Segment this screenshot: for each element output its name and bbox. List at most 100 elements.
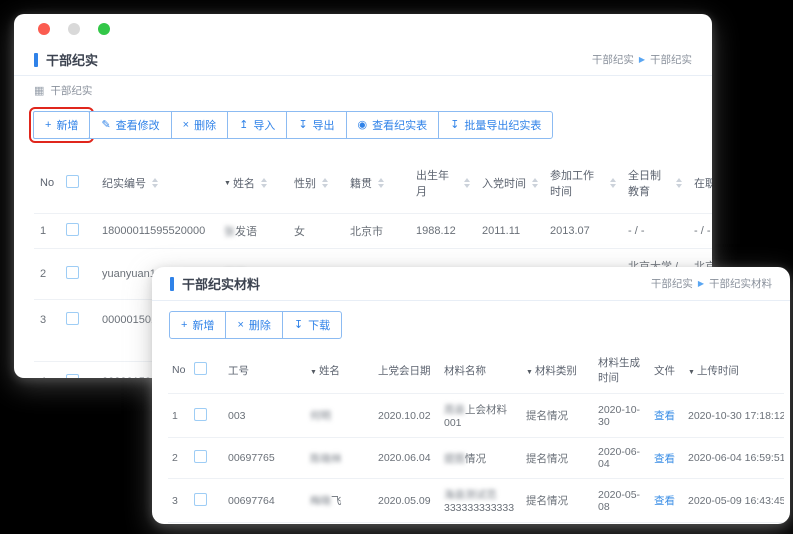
redacted-text: 提图 xyxy=(444,453,465,465)
sort-icon[interactable] xyxy=(610,178,616,188)
download-icon: ↧ xyxy=(294,320,303,331)
front-toolbar: + 新增 × 删除 ↧ 下载 xyxy=(152,301,790,345)
materials-table: No 工号 ▼姓名 上党会日期 材料名称 ▼材料类别 材料生成时间 文件 ▼上传… xyxy=(168,347,784,524)
row-checkbox[interactable] xyxy=(66,312,79,325)
filter-icon[interactable]: ▼ xyxy=(688,369,695,376)
sort-icon[interactable] xyxy=(261,178,267,188)
col-work-date[interactable]: 参加工作时间 xyxy=(544,153,622,214)
filter-icon[interactable]: ▼ xyxy=(526,369,533,376)
col-onjob-edu: 在职教育 xyxy=(688,153,712,214)
col-job-id: 工号 xyxy=(224,347,306,394)
table-row: 2 00697765 陈晓林 2020.06.04 提图情况 提名情况 2020… xyxy=(168,438,784,479)
filter-icon[interactable]: ▼ xyxy=(310,369,317,376)
view-edit-button[interactable]: ✎ 查看修改 xyxy=(89,111,171,139)
redacted-text: 海县测试范 xyxy=(444,489,497,501)
table-row: 1 18000011595520000 张发语 女 北京市 1988.12 20… xyxy=(34,214,712,249)
page-header: 干部纪实 干部纪实 ▶ 干部纪实 xyxy=(14,44,712,76)
redacted-name: 张 xyxy=(224,226,235,238)
redacted-name: 梅晓 xyxy=(310,495,331,507)
col-no: No xyxy=(34,153,60,214)
sort-icon[interactable] xyxy=(532,178,538,188)
breadcrumb: 干部纪实 ▶ 干部纪实材料 xyxy=(651,276,772,291)
row-checkbox[interactable] xyxy=(66,223,79,236)
batch-export-button[interactable]: ↧ 批量导出纪实表 xyxy=(438,111,553,139)
plus-icon: + xyxy=(181,320,187,331)
table-header-row: No 工号 ▼姓名 上党会日期 材料名称 ▼材料类别 材料生成时间 文件 ▼上传… xyxy=(168,347,784,394)
table-grid-icon: ▦ xyxy=(34,84,44,97)
page-title-text: 干部纪实 xyxy=(46,50,98,69)
title-accent-bar xyxy=(170,277,174,291)
add-button[interactable]: + 新增 xyxy=(169,311,226,339)
table-header-row: No 纪实编号 ▼姓名 性别 籍贯 出生年月 入党时间 参加工作时间 全日制教育… xyxy=(34,153,712,214)
table-row: 3 00697764 梅晓飞 2020.05.09 海县测试范333333333… xyxy=(168,479,784,523)
title-accent-bar xyxy=(34,53,38,67)
breadcrumb-item[interactable]: 干部纪实 xyxy=(592,52,634,67)
view-file-link[interactable]: 查看 xyxy=(654,495,675,507)
delete-button[interactable]: × 删除 xyxy=(171,111,228,139)
breadcrumb: 干部纪实 ▶ 干部纪实 xyxy=(592,52,692,67)
breadcrumb-arrow-icon: ▶ xyxy=(698,279,704,288)
col-upload-time[interactable]: ▼上传时间 xyxy=(684,347,784,394)
row-checkbox[interactable] xyxy=(66,266,79,279)
row-checkbox[interactable] xyxy=(194,450,207,463)
close-icon: × xyxy=(183,120,189,131)
eye-icon: ◉ xyxy=(358,120,368,131)
sort-icon[interactable] xyxy=(322,178,328,188)
breadcrumb-arrow-icon: ▶ xyxy=(639,55,645,64)
download-icon: ↧ xyxy=(450,120,459,131)
sort-icon[interactable] xyxy=(464,178,470,188)
col-material-name: 材料名称 xyxy=(440,347,522,394)
select-all-checkbox[interactable] xyxy=(66,175,79,188)
plus-icon: + xyxy=(45,120,51,131)
panel-header-label: 干部纪实 xyxy=(50,83,92,98)
page-header: 干部纪实材料 干部纪实 ▶ 干部纪实材料 xyxy=(152,267,790,301)
row-checkbox[interactable] xyxy=(66,374,79,378)
col-gender[interactable]: 性别 xyxy=(288,153,344,214)
sort-icon[interactable] xyxy=(152,178,158,188)
download-icon: ↧ xyxy=(298,120,307,131)
col-origin[interactable]: 籍贯 xyxy=(344,153,410,214)
select-all-checkbox[interactable] xyxy=(194,362,207,375)
col-no: No xyxy=(168,347,190,394)
minimize-window-dot[interactable] xyxy=(68,23,80,35)
page-title-text: 干部纪实材料 xyxy=(182,274,260,293)
download-button[interactable]: ↧ 下载 xyxy=(282,311,342,339)
row-checkbox[interactable] xyxy=(194,408,207,421)
page-title: 干部纪实材料 xyxy=(170,274,260,293)
col-party-date[interactable]: 入党时间 xyxy=(476,153,544,214)
filter-icon[interactable]: ▼ xyxy=(224,180,231,187)
back-toolbar: + 新增 ✎ 查看修改 × 删除 ↥ 导入 ↧ 导出 ◉ 查看纪实表 ↧ 批量导… xyxy=(14,103,712,145)
row-checkbox[interactable] xyxy=(194,493,207,506)
table-row: 4 00697764 温晓飞 2020.03.03 海角测试 民主推荐情况 20… xyxy=(168,523,784,525)
import-button[interactable]: ↥ 导入 xyxy=(227,111,287,139)
view-record-sheet-button[interactable]: ◉ 查看纪实表 xyxy=(346,111,440,139)
upload-icon: ↥ xyxy=(239,120,248,131)
close-window-dot[interactable] xyxy=(38,23,50,35)
col-material-type[interactable]: ▼材料类别 xyxy=(522,347,594,394)
page-title: 干部纪实 xyxy=(34,50,98,69)
delete-button[interactable]: × 删除 xyxy=(225,311,282,339)
view-file-link[interactable]: 查看 xyxy=(654,410,675,422)
window-cadre-materials: 干部纪实材料 干部纪实 ▶ 干部纪实材料 + 新增 × 删除 ↧ 下载 xyxy=(152,267,790,524)
col-file: 文件 xyxy=(650,347,684,394)
maximize-window-dot[interactable] xyxy=(98,23,110,35)
edit-icon: ✎ xyxy=(101,120,110,131)
col-birth[interactable]: 出生年月 xyxy=(410,153,476,214)
breadcrumb-item-current: 干部纪实材料 xyxy=(709,276,772,291)
breadcrumb-item-current: 干部纪实 xyxy=(650,52,692,67)
col-gen-time: 材料生成时间 xyxy=(594,347,650,394)
sort-icon[interactable] xyxy=(676,178,682,188)
col-meeting-date: 上党会日期 xyxy=(374,347,440,394)
redacted-name: 何明 xyxy=(310,410,331,422)
col-record-id[interactable]: 纪实编号 xyxy=(96,153,218,214)
table-row: 1 003 何明 2020.10.02 周县上会材料001 提名情况 2020-… xyxy=(168,394,784,438)
breadcrumb-item[interactable]: 干部纪实 xyxy=(651,276,693,291)
export-button[interactable]: ↧ 导出 xyxy=(286,111,346,139)
view-file-link[interactable]: 查看 xyxy=(654,453,675,465)
col-fulltime-edu[interactable]: 全日制教育 xyxy=(622,153,688,214)
col-name[interactable]: ▼姓名 xyxy=(306,347,374,394)
col-name[interactable]: ▼姓名 xyxy=(218,153,288,214)
sort-icon[interactable] xyxy=(378,178,384,188)
add-button[interactable]: + 新增 xyxy=(33,111,90,139)
panel-header: ▦ 干部纪实 xyxy=(14,76,712,103)
